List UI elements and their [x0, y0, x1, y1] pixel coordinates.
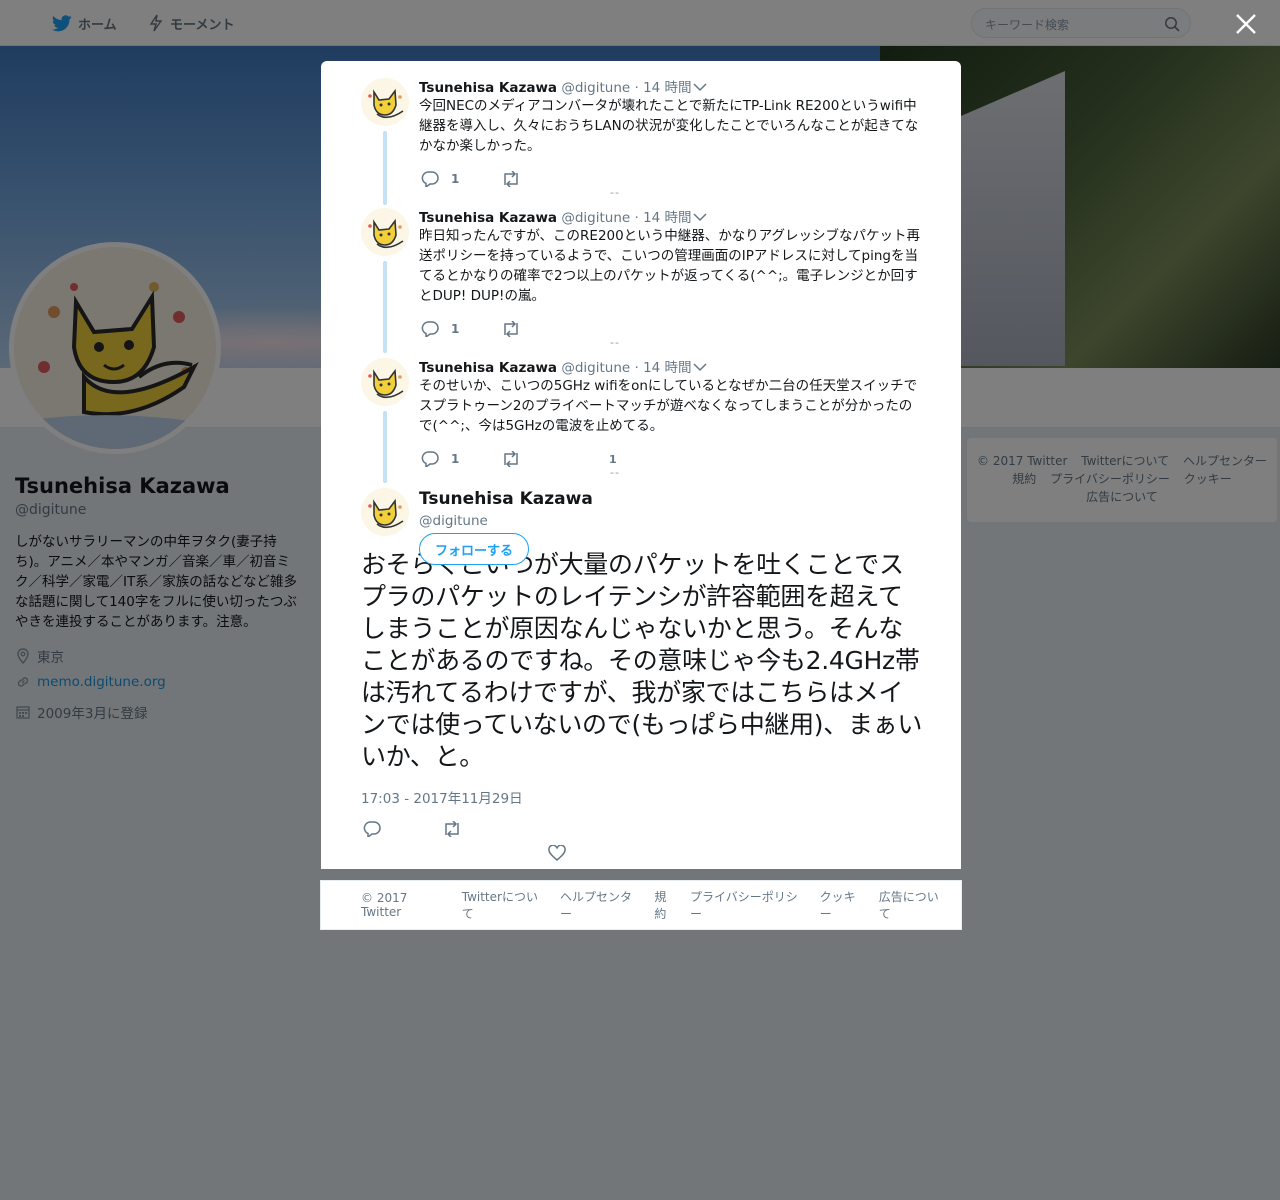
footer-terms[interactable]: 規約: [654, 888, 678, 922]
footer-about[interactable]: Twitterについて: [462, 888, 548, 922]
tweet-separator: --: [610, 466, 620, 479]
tweet-author-name[interactable]: Tsunehisa Kazawa: [419, 360, 557, 376]
cat-avatar-icon: [361, 78, 409, 126]
tweet-header: Tsunehisa Kazawa @digitune · 14 時間: [419, 76, 692, 96]
tweet-author-name[interactable]: Tsunehisa Kazawa: [419, 80, 557, 96]
footer-ads[interactable]: 広告について: [879, 888, 949, 922]
tweet-header: Tsunehisa Kazawa @digitune · 14 時間: [419, 356, 692, 376]
chevron-down-icon[interactable]: [693, 362, 707, 372]
heart-icon: [548, 845, 566, 861]
reply-count: 1: [451, 452, 460, 466]
reply-icon: [363, 821, 381, 837]
tweet-timestamp[interactable]: · 14 時間: [635, 80, 692, 96]
tweet-author-handle[interactable]: @digitune: [561, 360, 630, 376]
chevron-down-icon[interactable]: [693, 82, 707, 92]
main-tweet-author-handle[interactable]: @digitune: [419, 513, 488, 529]
main-retweet-button[interactable]: [442, 821, 462, 837]
cat-avatar-icon: [361, 488, 409, 536]
tweet-text: 昨日知ったんですが、このRE200という中継器、かなりアグレッシブなパケット再送…: [419, 228, 921, 304]
footer-help[interactable]: ヘルプセンター: [560, 888, 642, 922]
retweet-icon: [504, 321, 518, 337]
close-icon[interactable]: [1234, 12, 1258, 36]
reply-button[interactable]: 1: [421, 171, 459, 187]
reply-count: 1: [451, 322, 460, 336]
retweet-icon: [504, 451, 518, 467]
tweet-timestamp[interactable]: · 14 時間: [635, 360, 692, 376]
reply-button[interactable]: 1: [421, 321, 459, 337]
footer-copyright: © 2017 Twitter: [361, 891, 408, 919]
reply-button[interactable]: 1: [421, 451, 459, 467]
main-like-button[interactable]: [548, 845, 566, 861]
footer-cookies[interactable]: クッキー: [820, 888, 867, 922]
tweet-author-handle[interactable]: @digitune: [561, 210, 630, 226]
tweet-author-handle[interactable]: @digitune: [561, 80, 630, 96]
modal-footer: © 2017 Twitter Twitterについて ヘルプセンター 規約 プラ…: [320, 880, 962, 930]
tweet-text: そのせいか、こいつの5GHz wifiをonにしているとなぜか二台の任天堂スイッ…: [419, 378, 918, 434]
tweet-separator: --: [610, 336, 620, 349]
cat-avatar-icon: [361, 358, 409, 406]
tweet-avatar[interactable]: [361, 208, 409, 256]
main-tweet-avatar[interactable]: [361, 488, 409, 536]
thread-line: [383, 411, 387, 483]
reply-icon: [421, 321, 439, 337]
tweet-separator: --: [610, 186, 620, 199]
thread-line: [383, 261, 387, 353]
main-tweet-author-name[interactable]: Tsunehisa Kazawa: [419, 489, 593, 509]
footer-privacy[interactable]: プライバシーポリシー: [690, 888, 808, 922]
tweet-avatar[interactable]: [361, 78, 409, 126]
main-reply-button[interactable]: [363, 821, 381, 837]
tweet-avatar[interactable]: [361, 358, 409, 406]
chevron-down-icon[interactable]: [693, 212, 707, 222]
tweet-timestamp[interactable]: · 14 時間: [635, 210, 692, 226]
tweet-modal: Tsunehisa Kazawa @digitune · 14 時間 今回NEC…: [321, 61, 961, 869]
tweet-header: Tsunehisa Kazawa @digitune · 14 時間: [419, 206, 692, 226]
retweet-icon: [445, 821, 459, 837]
reply-count: 1: [451, 172, 460, 186]
like-count: 1: [609, 453, 617, 466]
follow-button[interactable]: フォローする: [419, 533, 529, 565]
reply-icon: [421, 171, 439, 187]
thread-line: [383, 131, 387, 205]
cat-avatar-icon: [361, 208, 409, 256]
retweet-button[interactable]: [501, 321, 521, 337]
retweet-icon: [504, 171, 518, 187]
reply-icon: [421, 451, 439, 467]
tweet-author-name[interactable]: Tsunehisa Kazawa: [419, 210, 557, 226]
retweet-button[interactable]: [501, 451, 521, 467]
tweet-text: 今回NECのメディアコンバータが壊れたことで新たにTP-Link RE200とい…: [419, 98, 919, 154]
main-tweet-date[interactable]: 17:03 - 2017年11月29日: [361, 787, 523, 807]
main-tweet-text: おそらくこいつが大量のパケットを吐くことでスプラのパケットのレイテンシが許容範囲…: [361, 550, 923, 771]
retweet-button[interactable]: [501, 171, 521, 187]
